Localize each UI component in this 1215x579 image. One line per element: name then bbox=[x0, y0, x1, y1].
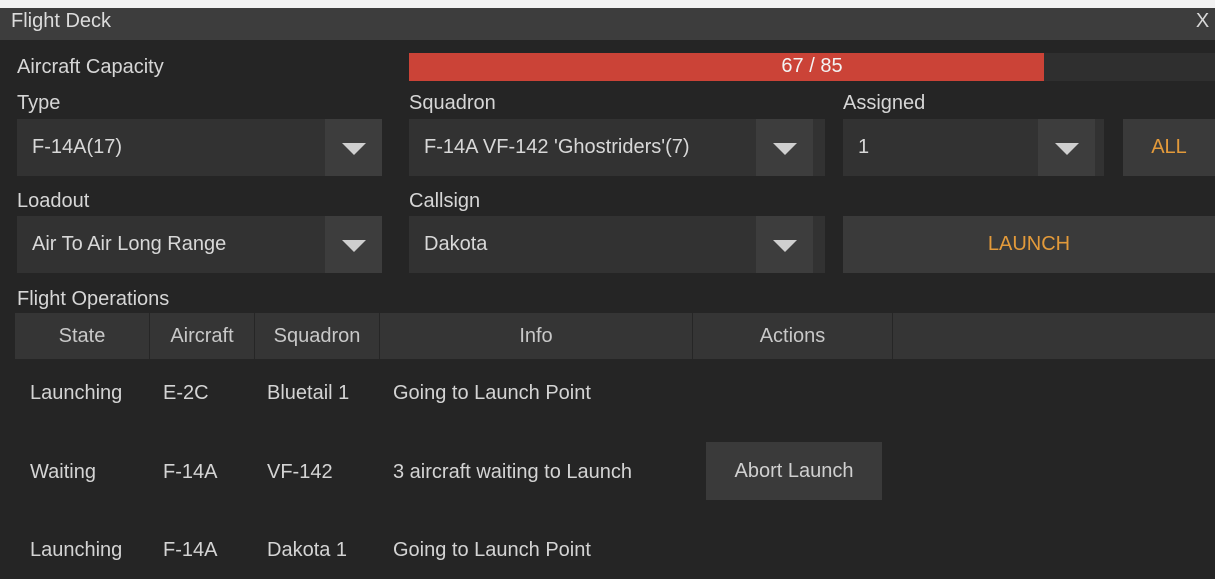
column-header-info: Info bbox=[380, 313, 693, 359]
row-state: Launching bbox=[30, 539, 123, 561]
callsign-dropdown[interactable]: Dakota bbox=[409, 216, 825, 273]
table-row: Launching F-14A Dakota 1 Going to Launch… bbox=[15, 519, 1215, 579]
callsign-label: Callsign bbox=[409, 190, 481, 212]
column-header-state: State bbox=[15, 313, 150, 359]
loadout-value: Air To Air Long Range bbox=[32, 233, 227, 255]
chevron-down-icon bbox=[1055, 143, 1079, 155]
type-value: F-14A(17) bbox=[32, 136, 123, 158]
chevron-down-icon bbox=[773, 143, 797, 155]
row-squadron: Bluetail 1 bbox=[267, 382, 350, 404]
row-aircraft: F-14A bbox=[163, 461, 218, 483]
loadout-label: Loadout bbox=[17, 190, 90, 212]
table-row: Launching E-2C Bluetail 1 Going to Launc… bbox=[15, 362, 1215, 422]
row-state: Waiting bbox=[30, 461, 96, 483]
chevron-down-icon bbox=[342, 143, 366, 155]
row-squadron: VF-142 bbox=[267, 461, 333, 483]
window-title: Flight Deck bbox=[11, 10, 112, 32]
assigned-label: Assigned bbox=[843, 92, 926, 114]
capacity-text: 67 / 85 bbox=[781, 55, 843, 77]
type-label: Type bbox=[17, 92, 61, 114]
loadout-dropdown-button[interactable] bbox=[325, 216, 382, 273]
row-aircraft: E-2C bbox=[163, 382, 209, 404]
table-row: Waiting F-14A VF-142 3 aircraft waiting … bbox=[15, 441, 1215, 501]
row-info: Going to Launch Point bbox=[393, 539, 591, 561]
row-info: Going to Launch Point bbox=[393, 382, 591, 404]
type-dropdown-button[interactable] bbox=[325, 119, 382, 176]
close-button[interactable]: X bbox=[1190, 10, 1215, 33]
squadron-label: Squadron bbox=[409, 92, 496, 114]
squadron-value: F-14A VF-142 'Ghostriders'(7) bbox=[424, 136, 690, 158]
column-header-actions: Actions bbox=[693, 313, 893, 359]
squadron-dropdown[interactable]: F-14A VF-142 'Ghostriders'(7) bbox=[409, 119, 825, 176]
title-bar bbox=[0, 0, 1215, 40]
chevron-down-icon bbox=[342, 240, 366, 252]
column-header-aircraft: Aircraft bbox=[150, 313, 255, 359]
column-header-squadron: Squadron bbox=[255, 313, 380, 359]
assigned-dropdown[interactable]: 1 bbox=[843, 119, 1104, 176]
callsign-value: Dakota bbox=[424, 233, 488, 255]
row-aircraft: F-14A bbox=[163, 539, 218, 561]
abort-launch-button[interactable]: Abort Launch bbox=[706, 442, 882, 500]
squadron-dropdown-button[interactable] bbox=[756, 119, 813, 176]
flight-operations-label: Flight Operations bbox=[17, 288, 170, 310]
row-state: Launching bbox=[30, 382, 123, 404]
callsign-dropdown-button[interactable] bbox=[756, 216, 813, 273]
assign-all-button[interactable]: ALL bbox=[1123, 119, 1215, 176]
launch-button[interactable]: LAUNCH bbox=[843, 216, 1215, 273]
loadout-dropdown[interactable]: Air To Air Long Range bbox=[17, 216, 382, 273]
capacity-label: Aircraft Capacity bbox=[17, 56, 164, 78]
row-info: 3 aircraft waiting to Launch bbox=[393, 461, 633, 483]
assigned-dropdown-button[interactable] bbox=[1038, 119, 1095, 176]
row-squadron: Dakota 1 bbox=[267, 539, 348, 561]
assigned-value: 1 bbox=[858, 136, 870, 158]
chevron-down-icon bbox=[773, 240, 797, 252]
type-dropdown[interactable]: F-14A(17) bbox=[17, 119, 382, 176]
